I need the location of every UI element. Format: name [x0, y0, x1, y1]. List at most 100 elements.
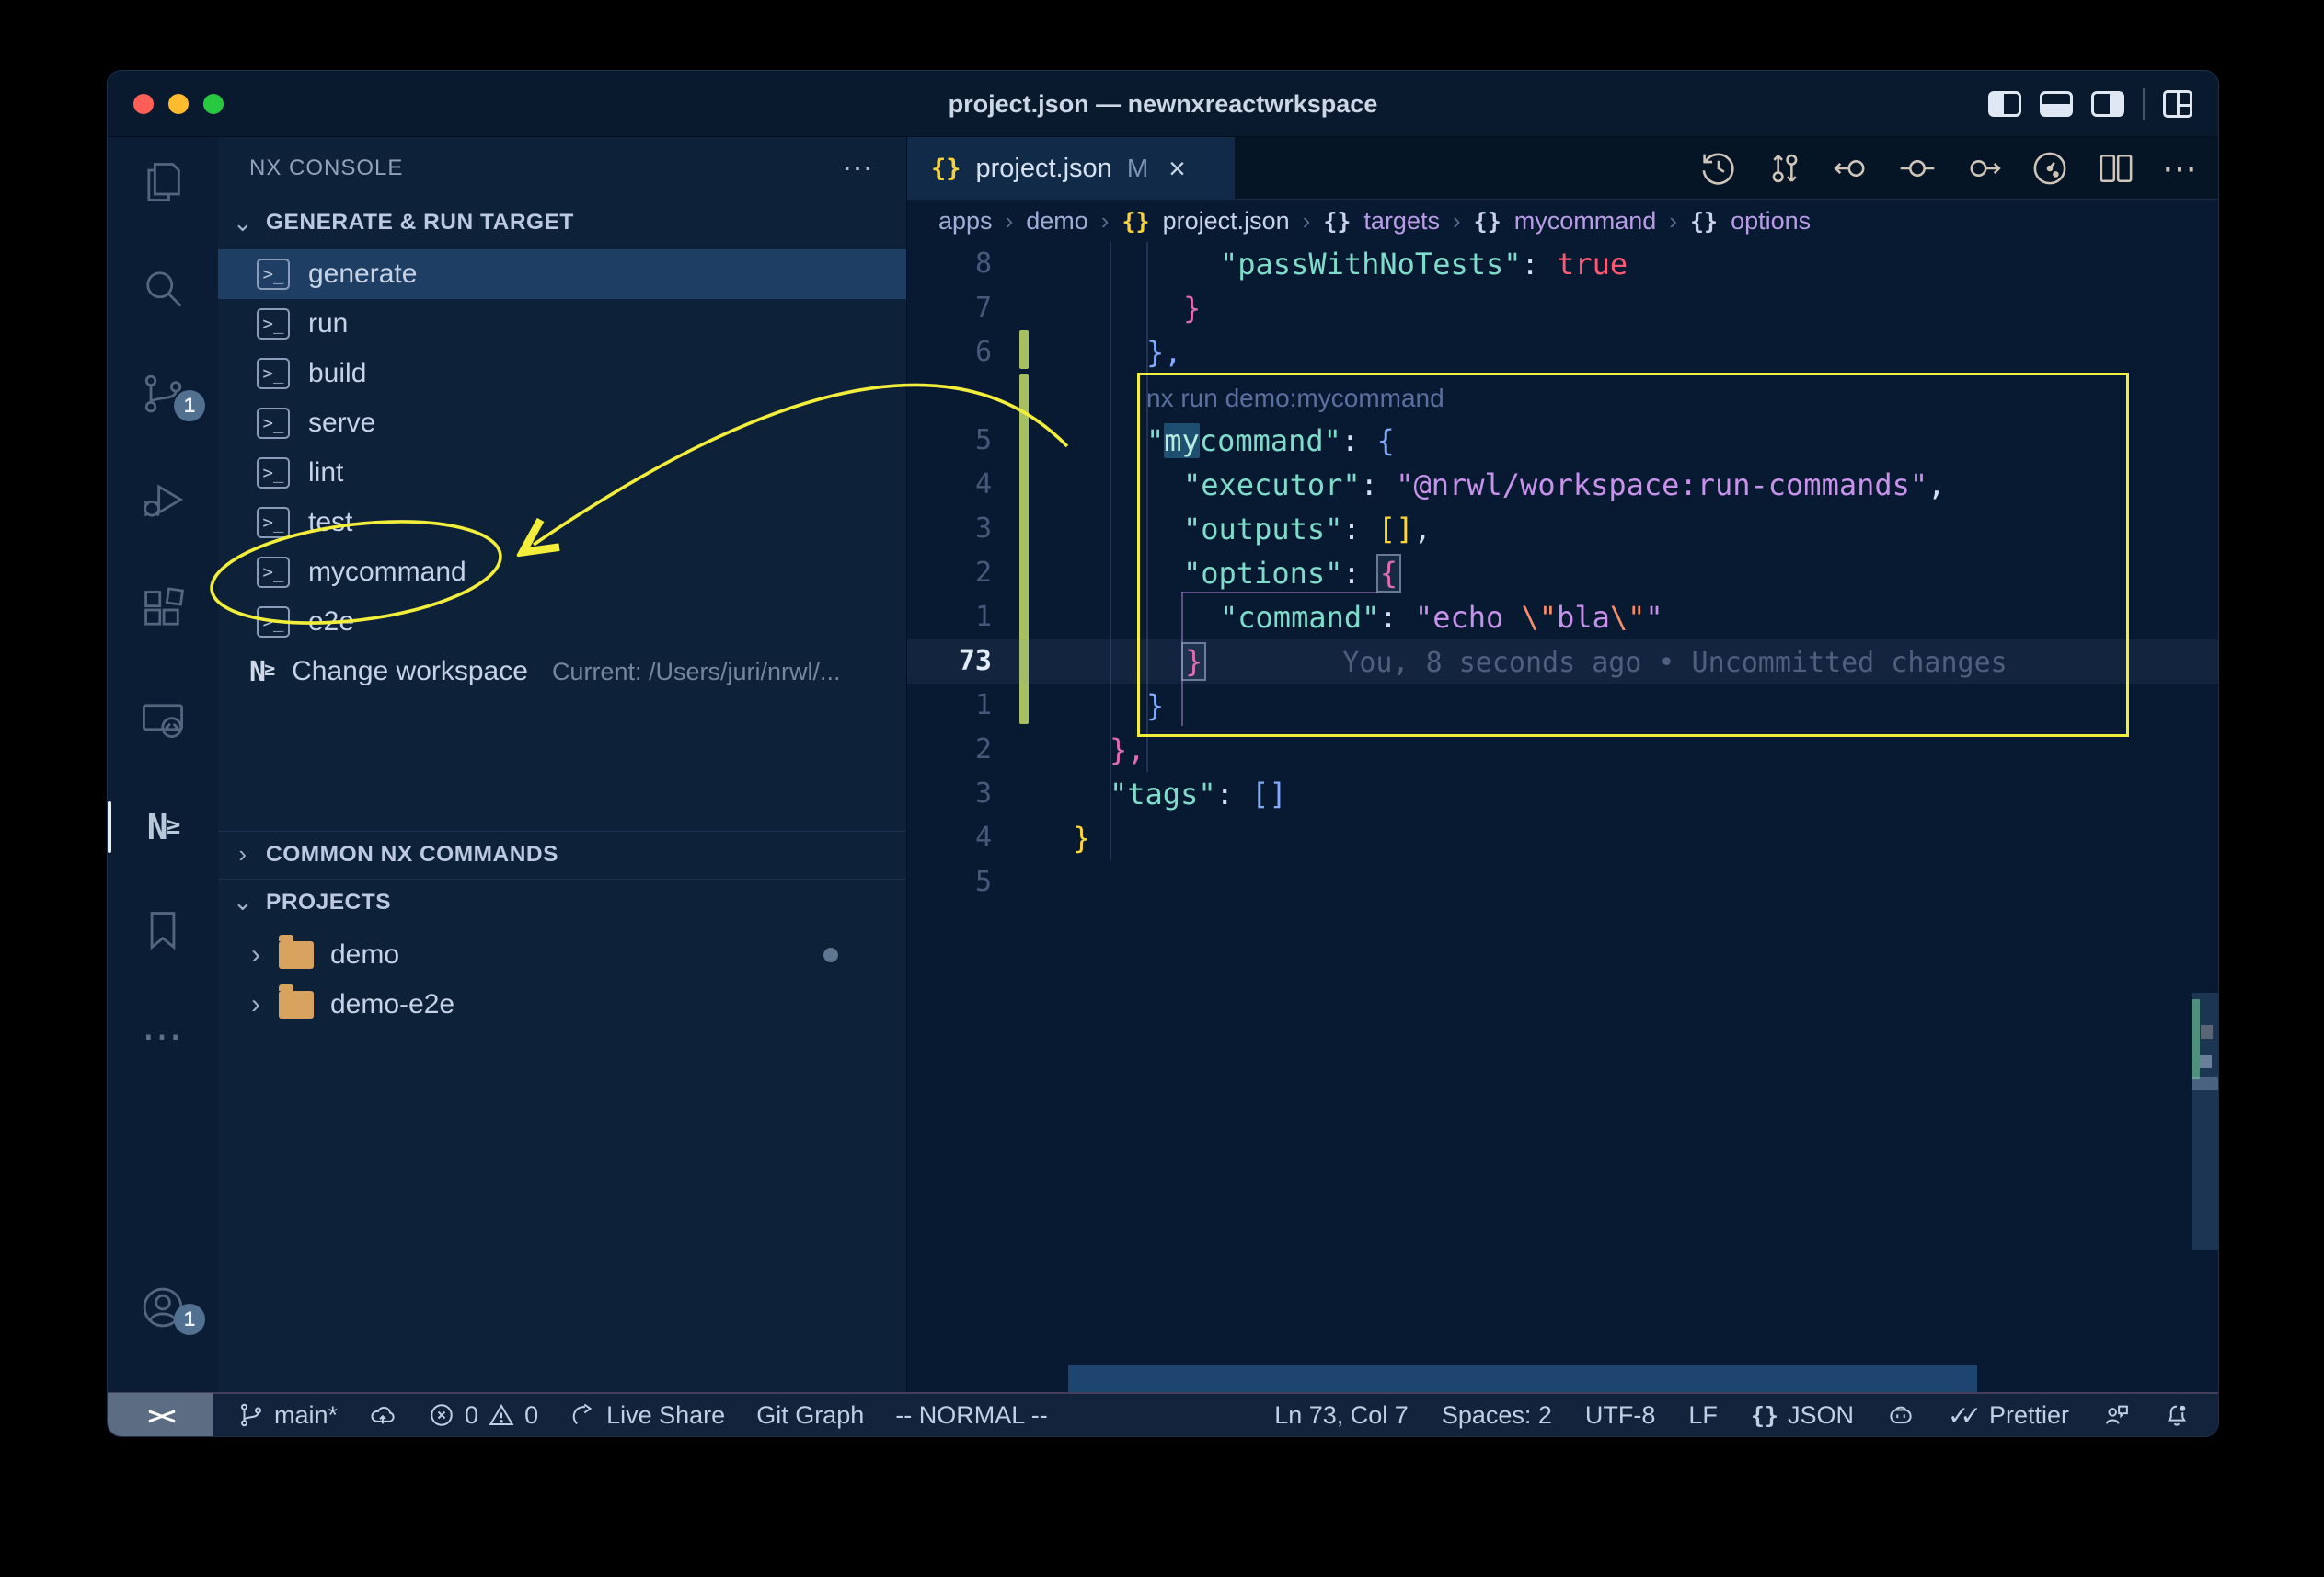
cloud-upload-icon — [369, 1401, 397, 1429]
json-braces-icon: {} — [1690, 208, 1718, 235]
breadcrumb-project-json[interactable]: project.json — [1163, 207, 1290, 236]
notifications-item[interactable] — [2163, 1401, 2191, 1429]
account-icon[interactable]: 1 — [108, 1278, 218, 1337]
code-line[interactable]: 5 — [907, 860, 2219, 904]
encoding-item[interactable]: UTF-8 — [1585, 1401, 1656, 1430]
more-actions-icon[interactable]: ⋯ — [2162, 148, 2198, 190]
code-line[interactable]: 4} — [907, 816, 2219, 860]
toggle-primary-sidebar-icon[interactable] — [1988, 91, 2021, 117]
annotation-highlight-box — [1137, 373, 2129, 737]
section-projects[interactable]: ⌄ PROJECTS — [218, 879, 906, 925]
timeline-history-icon[interactable] — [1698, 148, 1739, 189]
line-number: 1 — [907, 684, 1045, 728]
target-item-serve[interactable]: >_ serve — [218, 398, 906, 448]
chevron-right-icon: › — [242, 939, 270, 971]
double-check-icon: ✓✓ — [1948, 1400, 1973, 1431]
copilot-item[interactable] — [1887, 1401, 1915, 1429]
tab-bar: {} project.json M × ⋯ — [907, 137, 2219, 200]
live-share-item[interactable]: Live Share — [569, 1401, 725, 1430]
source-control-icon[interactable]: 1 — [108, 364, 218, 423]
line-number: 3 — [907, 772, 1045, 816]
line-number: 5 — [907, 419, 1045, 463]
search-icon[interactable] — [108, 259, 218, 317]
status-bar: >< main* 0 0 Live Share Git Graph -- NOR… — [108, 1392, 2218, 1436]
chevron-right-icon: › — [231, 840, 255, 869]
chevron-down-icon: ⌄ — [231, 209, 255, 237]
close-tab-icon[interactable]: × — [1168, 152, 1186, 186]
cursor-position-item[interactable]: Ln 73, Col 7 — [1274, 1401, 1409, 1430]
remote-explorer-icon[interactable] — [108, 691, 218, 750]
code-token: [] — [1251, 777, 1287, 812]
horizontal-scrollbar[interactable] — [1068, 1365, 1977, 1393]
code-line[interactable]: 3"tags": [] — [907, 772, 2219, 816]
next-change-icon[interactable] — [1963, 148, 2004, 189]
code-line[interactable]: 8"passWithNoTests": true — [907, 242, 2219, 286]
bookmarks-icon[interactable] — [108, 901, 218, 960]
change-workspace-item[interactable]: N≥ Change workspace Current: /Users/juri… — [218, 647, 906, 696]
errors-icon — [428, 1401, 455, 1429]
customize-layout-icon[interactable] — [2163, 90, 2192, 118]
problems-item[interactable]: 0 0 — [428, 1401, 538, 1430]
activity-bar: 1 N≥ ⋯ 1 1 — [108, 137, 218, 1394]
section-generate-run-target[interactable]: ⌄ GENERATE & RUN TARGET — [218, 200, 906, 246]
window-title: project.json — newnxreactwrkspace — [108, 71, 2218, 137]
overview-ruler-modified-mark — [2192, 999, 2200, 1079]
terminal-icon: >_ — [257, 507, 290, 538]
previous-change-icon[interactable] — [1831, 148, 1871, 189]
line-number: 5 — [907, 860, 1045, 904]
remote-indicator[interactable]: >< — [108, 1393, 213, 1437]
breadcrumbs: apps › demo › {} project.json › {} targe… — [907, 200, 2219, 242]
sync-changes-item[interactable] — [369, 1401, 397, 1429]
code-line[interactable]: 6}, — [907, 330, 2219, 374]
vim-mode-indicator[interactable]: -- NORMAL -- — [895, 1401, 1047, 1430]
sidebar-title: NX CONSOLE — [249, 155, 403, 181]
prettier-item[interactable]: ✓✓ Prettier — [1948, 1400, 2069, 1431]
eol-item[interactable]: LF — [1688, 1401, 1718, 1430]
title-bar[interactable]: project.json — newnxreactwrkspace — [108, 71, 2218, 137]
live-share-icon — [569, 1401, 597, 1429]
breadcrumb-mycommand[interactable]: mycommand — [1514, 207, 1657, 236]
git-graph-item[interactable]: Git Graph — [756, 1401, 864, 1430]
breadcrumb-apps[interactable]: apps — [938, 207, 993, 236]
section-common-nx-commands[interactable]: › COMMON NX COMMANDS — [218, 831, 906, 877]
breadcrumb-targets[interactable]: targets — [1363, 207, 1440, 236]
target-item-run[interactable]: >_ run — [218, 299, 906, 349]
breadcrumb-options[interactable]: options — [1731, 207, 1811, 236]
git-branch-item[interactable]: main* — [237, 1401, 338, 1430]
extensions-icon[interactable] — [108, 581, 218, 639]
split-editor-icon[interactable] — [2096, 148, 2136, 189]
breadcrumb-demo[interactable]: demo — [1026, 207, 1088, 236]
run-debug-icon[interactable] — [108, 470, 218, 529]
target-item-generate[interactable]: >_ generate — [218, 249, 906, 299]
file-heatmap-icon[interactable] — [2030, 148, 2070, 189]
target-item-e2e[interactable]: >_ e2e — [218, 597, 906, 647]
target-item-test[interactable]: >_ test — [218, 498, 906, 547]
nx-console-icon[interactable]: N≥ — [108, 798, 218, 857]
feedback-item[interactable] — [2102, 1401, 2130, 1429]
target-item-build[interactable]: >_ build — [218, 349, 906, 398]
compare-changes-icon[interactable] — [1765, 148, 1805, 189]
scm-badge: 1 — [174, 390, 205, 421]
json-file-icon: {} — [931, 155, 961, 183]
additional-views-icon[interactable]: ⋯ — [108, 1007, 218, 1065]
views-more-actions-icon[interactable]: ⋯ — [842, 159, 875, 178]
bell-icon — [2163, 1401, 2191, 1429]
code-token: }, — [1146, 335, 1182, 370]
tab-project-json[interactable]: {} project.json M × — [907, 137, 1235, 200]
code-line[interactable]: 7} — [907, 286, 2219, 330]
json-braces-icon: {} — [1323, 208, 1351, 235]
target-item-lint[interactable]: >_ lint — [218, 448, 906, 498]
toggle-secondary-sidebar-icon[interactable] — [2091, 91, 2124, 117]
project-item-demo-e2e[interactable]: › demo-e2e — [218, 980, 906, 1030]
code-token: : — [1522, 247, 1558, 282]
project-status-dot — [823, 948, 838, 962]
language-mode-item[interactable]: {} JSON — [1751, 1401, 1854, 1430]
change-icon[interactable] — [1897, 148, 1938, 189]
code-token: : — [1216, 777, 1252, 812]
line-number: 7 — [907, 286, 1045, 330]
project-item-demo[interactable]: › demo — [218, 930, 906, 980]
target-item-mycommand[interactable]: >_ mycommand — [218, 547, 906, 597]
indentation-item[interactable]: Spaces: 2 — [1442, 1401, 1552, 1430]
explorer-icon[interactable] — [108, 153, 218, 212]
toggle-panel-icon[interactable] — [2040, 91, 2073, 117]
